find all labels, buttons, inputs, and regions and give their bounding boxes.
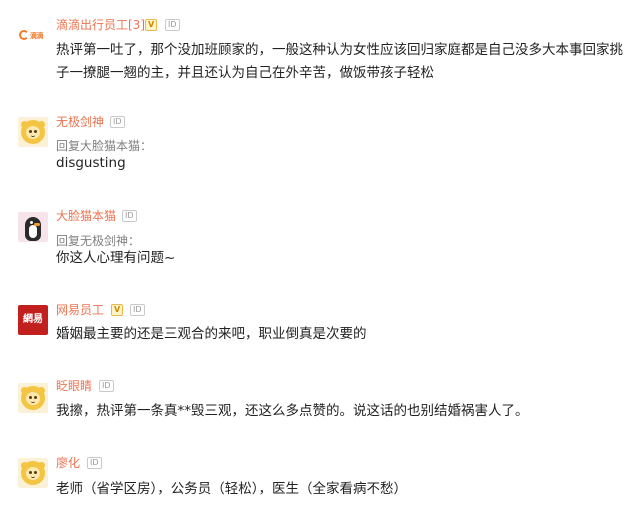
yellow-monkey-avatar[interactable] — [18, 458, 48, 488]
monkey-face-icon — [21, 461, 45, 485]
monkey-face-icon — [21, 386, 45, 410]
netease-logo-icon: 網易 — [23, 314, 43, 325]
comment-text-line: disgusting — [56, 155, 126, 171]
comment-text-line: 你这人心理有问题~ — [56, 250, 176, 266]
comment-text-line: 老师（省学区房），公务员（轻松），医生（全家看病不愁） — [56, 481, 407, 497]
id-badge-icon: ID — [110, 116, 125, 128]
id-badge-icon: ID — [130, 304, 145, 316]
username-link[interactable]: 网易员工 — [56, 302, 104, 318]
username-link[interactable]: 滴滴出行员工[3] — [56, 17, 145, 33]
username-link[interactable]: 眨眼睛 — [56, 378, 92, 394]
penguin-icon — [25, 217, 41, 241]
verified-badge-icon: V — [145, 19, 158, 31]
didi-logo-icon: 滴滴 — [18, 22, 48, 52]
username-link[interactable]: 无极剑神 — [56, 114, 104, 130]
comment-text-line: 子一撩腿一翘的主，并且还认为自己在外辛苦，做饭带孩子轻松 — [56, 65, 434, 81]
monkey-face-icon — [21, 120, 45, 144]
netease-logo-avatar[interactable]: 網易 — [18, 305, 48, 335]
yellow-monkey-avatar[interactable] — [18, 383, 48, 413]
yellow-monkey-avatar[interactable] — [18, 117, 48, 147]
username-link[interactable]: 廖化 — [56, 455, 80, 471]
penguin-avatar[interactable] — [18, 212, 48, 242]
id-badge-icon: ID — [122, 210, 137, 222]
username-link[interactable]: 大脸猫本猫 — [56, 208, 116, 224]
id-badge-icon: ID — [165, 19, 180, 31]
id-badge-icon: ID — [87, 457, 102, 469]
comment-text-line: 婚姻最主要的还是三观合的来吧，职业倒真是次要的 — [56, 326, 367, 342]
id-badge-icon: ID — [99, 380, 114, 392]
didi-logo-avatar[interactable]: 滴滴 — [18, 22, 48, 52]
verified-badge-icon: V — [111, 304, 124, 316]
comment-text-line: 我擦，热评第一条真**毁三观，还这么多点赞的。说这话的也别结婚祸害人了。 — [56, 403, 529, 419]
